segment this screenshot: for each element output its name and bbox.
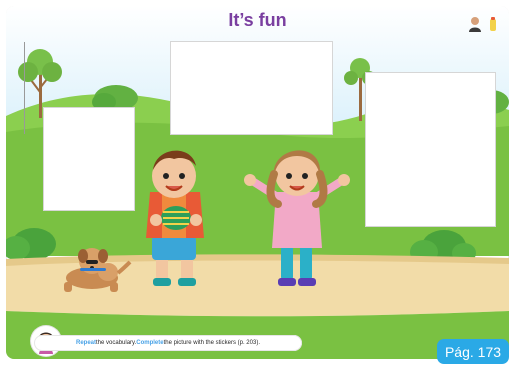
sticker-slot-left[interactable] xyxy=(43,107,135,211)
glue-stick-icon xyxy=(490,17,496,31)
vertical-marker xyxy=(24,42,25,134)
instruction-text-1: the vocabulary. xyxy=(96,340,137,346)
top-right-icons xyxy=(466,14,500,34)
page-number-badge: Pág. 173 xyxy=(437,339,509,364)
instruction-verb-complete: Complete xyxy=(136,340,164,346)
sticker-slot-center[interactable] xyxy=(170,41,333,135)
page-title: It’s fun xyxy=(228,10,287,30)
instruction-verb-repeat: Repeat xyxy=(76,340,97,346)
worksheet-page: It’s fun Repeat the vocabulary. Complete… xyxy=(0,0,515,365)
scene-frame xyxy=(6,6,509,359)
sticker-slot-right[interactable] xyxy=(365,72,496,227)
instruction-banner: Repeat the vocabulary. Complete the pict… xyxy=(34,335,302,351)
instruction-text-2: the picture with the stickers (p. 203). xyxy=(163,340,260,346)
teacher-icon xyxy=(469,17,481,32)
